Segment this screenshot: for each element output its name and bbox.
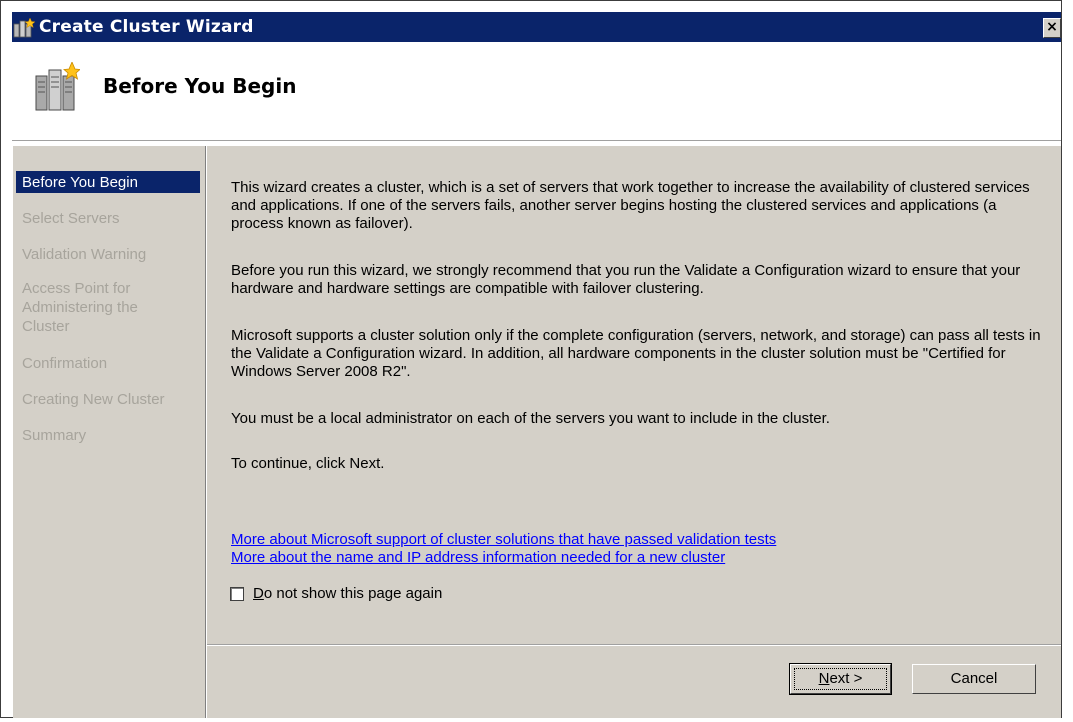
nav-step-before-you-begin: Before You Begin (22, 174, 138, 191)
cluster-servers-icon (35, 62, 80, 111)
wizard-steps-nav: Before You Begin Select Servers Validati… (13, 146, 205, 718)
do-not-show-checkbox[interactable] (230, 587, 244, 601)
title-bar[interactable]: Create Cluster Wizard × (12, 12, 1061, 42)
validate-paragraph: Before you run this wizard, we strongly … (231, 262, 1021, 297)
intro-paragraph: This wizard creates a cluster, which is … (231, 179, 1030, 232)
nav-step-access-point-line3: Cluster (22, 318, 70, 335)
cancel-button[interactable]: Cancel (912, 664, 1036, 694)
admin-paragraph: You must be a local administrator on eac… (231, 410, 830, 427)
validation-support-link[interactable]: More about Microsoft support of cluster … (231, 531, 776, 548)
wizard-content: This wizard creates a cluster, which is … (207, 146, 1061, 644)
nav-step-summary: Summary (22, 427, 87, 444)
nav-step-select-servers: Select Servers (22, 210, 120, 227)
close-button[interactable]: × (1043, 18, 1061, 38)
window-title: Create Cluster Wizard (39, 17, 254, 37)
support-paragraph: Microsoft supports a cluster solution on… (231, 327, 1041, 380)
next-button[interactable]: Next > (789, 663, 892, 695)
page-heading: Before You Begin (103, 74, 297, 98)
nav-step-confirmation: Confirmation (22, 355, 108, 372)
do-not-show-label[interactable]: Do not show this page again (253, 585, 442, 602)
nav-step-creating-new-cluster: Creating New Cluster (22, 391, 165, 408)
wizard-footer: Next > Cancel (207, 646, 1061, 718)
cluster-app-icon (13, 18, 35, 38)
nav-step-access-point-line1: Access Point for (22, 280, 131, 297)
wizard-header: Before You Begin (12, 42, 1061, 140)
next-focus-rect (794, 668, 887, 690)
nav-step-validation-warning: Validation Warning (22, 246, 147, 263)
nav-step-access-point-line2: Administering the (22, 299, 138, 316)
continue-paragraph: To continue, click Next. (231, 455, 385, 472)
close-icon: × (1046, 19, 1058, 35)
name-ip-info-link[interactable]: More about the name and IP address infor… (231, 549, 725, 566)
header-divider (12, 140, 1061, 142)
